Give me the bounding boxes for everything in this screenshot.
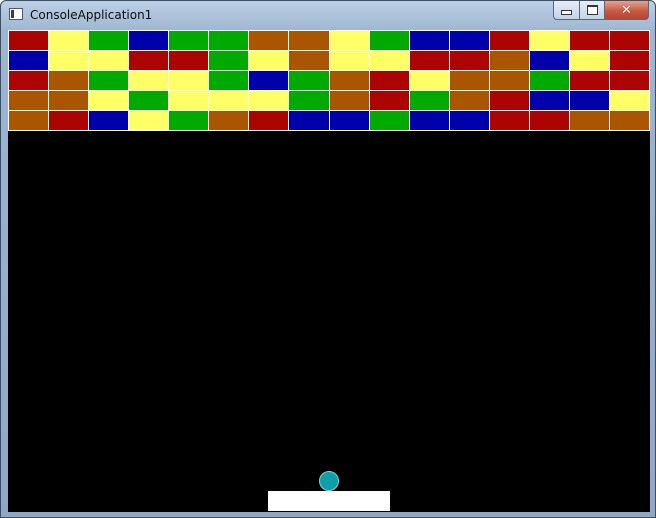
brick — [329, 51, 369, 70]
brick — [9, 51, 49, 70]
brick — [129, 31, 169, 50]
brick — [489, 51, 529, 70]
brick — [129, 111, 169, 130]
brick — [329, 31, 369, 50]
brick — [489, 31, 529, 50]
brick — [369, 71, 409, 90]
brick — [49, 31, 89, 50]
brick — [409, 71, 449, 90]
close-icon: ✕ — [621, 2, 632, 18]
brick — [449, 111, 489, 130]
brick — [249, 31, 289, 50]
brick — [569, 111, 609, 130]
brick — [89, 111, 129, 130]
minimize-button[interactable] — [553, 1, 579, 20]
brick — [409, 91, 449, 110]
brick — [329, 111, 369, 130]
brick — [369, 51, 409, 70]
brick — [89, 31, 129, 50]
brick — [569, 31, 609, 50]
brick — [9, 31, 49, 50]
brick — [529, 91, 569, 110]
brick — [129, 71, 169, 90]
brick — [289, 71, 329, 90]
brick — [209, 71, 249, 90]
brick — [609, 31, 649, 50]
brick — [129, 91, 169, 110]
brick — [449, 51, 489, 70]
brick — [209, 31, 249, 50]
brick — [369, 31, 409, 50]
brick — [369, 91, 409, 110]
brick — [169, 51, 209, 70]
brick — [89, 71, 129, 90]
brick — [9, 71, 49, 90]
brick — [369, 111, 409, 130]
brick — [489, 111, 529, 130]
brick — [569, 51, 609, 70]
brick — [89, 51, 129, 70]
paddle[interactable] — [268, 491, 390, 511]
brick — [449, 91, 489, 110]
brick — [609, 111, 649, 130]
window-title: ConsoleApplication1 — [30, 8, 153, 22]
minimize-icon — [561, 10, 572, 15]
brick — [289, 31, 329, 50]
brick — [289, 111, 329, 130]
maximize-icon — [586, 5, 598, 15]
brick — [449, 71, 489, 90]
brick — [249, 91, 289, 110]
brick — [249, 111, 289, 130]
brick — [129, 51, 169, 70]
brick-wall — [8, 30, 650, 131]
brick — [169, 31, 209, 50]
brick — [249, 51, 289, 70]
brick — [569, 91, 609, 110]
brick — [489, 91, 529, 110]
brick — [169, 91, 209, 110]
brick — [49, 51, 89, 70]
console-app-icon[interactable] — [9, 8, 23, 20]
brick — [409, 31, 449, 50]
close-button[interactable]: ✕ — [605, 1, 649, 20]
brick — [529, 31, 569, 50]
brick — [329, 91, 369, 110]
brick — [609, 51, 649, 70]
brick — [169, 71, 209, 90]
brick — [209, 91, 249, 110]
brick — [169, 111, 209, 130]
brick — [569, 71, 609, 90]
brick — [49, 91, 89, 110]
brick — [289, 91, 329, 110]
brick — [329, 71, 369, 90]
brick — [49, 71, 89, 90]
brick — [409, 111, 449, 130]
brick — [529, 71, 569, 90]
brick — [609, 91, 649, 110]
brick — [9, 111, 49, 130]
application-window: ConsoleApplication1 ✕ — [0, 0, 656, 518]
brick — [49, 111, 89, 130]
caption-buttons: ✕ — [553, 1, 649, 21]
maximize-button[interactable] — [579, 1, 605, 20]
brick — [449, 31, 489, 50]
brick — [9, 91, 49, 110]
brick — [249, 71, 289, 90]
brick — [209, 111, 249, 130]
brick — [529, 51, 569, 70]
title-bar[interactable]: ConsoleApplication1 ✕ — [1, 1, 655, 30]
brick — [289, 51, 329, 70]
ball — [319, 471, 339, 491]
brick — [409, 51, 449, 70]
brick — [529, 111, 569, 130]
brick — [489, 71, 529, 90]
brick — [89, 91, 129, 110]
game-canvas[interactable] — [8, 30, 650, 512]
brick — [609, 71, 649, 90]
brick — [209, 51, 249, 70]
